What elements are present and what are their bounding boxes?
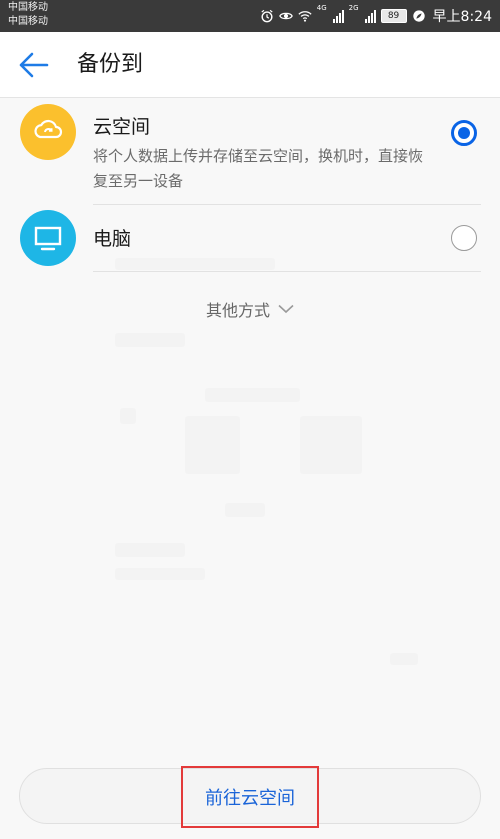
carrier-label-2: 中国移动 [8, 16, 48, 27]
other-methods-toggle[interactable]: 其他方式 [0, 296, 500, 322]
signal-icon [332, 9, 344, 23]
ghost-device-right [300, 416, 362, 474]
back-arrow-icon[interactable] [16, 49, 52, 81]
option-computer[interactable]: 电脑 [0, 206, 500, 272]
ghost-line [115, 333, 185, 347]
clock: 早上8:24 [432, 9, 492, 25]
option-cloud[interactable]: 云空间 将个人数据上传并存储至云空间，换机时，直接恢复至另一设备 [0, 98, 500, 206]
alarm-icon [261, 9, 273, 23]
cloud-sync-glyph [34, 119, 63, 139]
app-bar: 备份到 [0, 32, 500, 98]
signal-icon-2 [364, 9, 376, 23]
ghost-device-left [185, 416, 240, 474]
other-methods-label: 其他方式 [205, 301, 270, 320]
computer-radio[interactable] [451, 225, 477, 251]
status-icons: 4G 2G 89 早上8:24 [260, 5, 492, 27]
eye-icon [278, 12, 293, 20]
ghost-line [390, 653, 418, 665]
ghost-line [115, 543, 185, 557]
leaf-icon [412, 10, 425, 22]
ghost-line [120, 408, 136, 424]
sim2-network-label: 2G [348, 4, 359, 12]
status-bar: 中国移动 中国移动 4G 2G 89 早上8:24 [0, 0, 500, 32]
divider [93, 271, 481, 272]
go-to-cloud-label: 前往云空间 [205, 788, 295, 809]
cloud-radio[interactable] [451, 120, 477, 146]
cloud-sync-icon [20, 104, 76, 160]
ghost-line [205, 388, 300, 402]
page-title: 备份到 [77, 52, 144, 77]
battery-icon: 89 [380, 9, 407, 23]
option-cloud-description: 将个人数据上传并存储至云空间，换机时，直接恢复至另一设备 [93, 147, 424, 190]
option-cloud-title: 云空间 [93, 116, 151, 138]
chevron-down-icon [278, 304, 294, 314]
battery-level: 89 [387, 11, 400, 21]
ghost-line [115, 568, 205, 580]
carrier-label-1: 中国移动 [8, 2, 48, 13]
option-computer-title: 电脑 [93, 228, 132, 250]
sim1-network-label: 4G [316, 4, 327, 12]
monitor-glyph [34, 226, 62, 251]
monitor-icon [20, 210, 76, 266]
go-to-cloud-highlight[interactable]: 前往云空间 [181, 766, 319, 828]
wifi-icon [298, 11, 312, 22]
ghost-line [225, 503, 265, 517]
divider [93, 204, 481, 205]
